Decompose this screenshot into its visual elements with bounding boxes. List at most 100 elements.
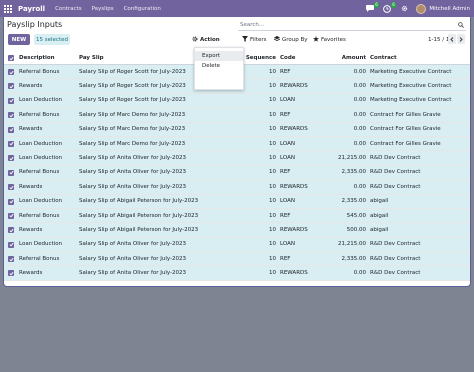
row-sequence[interactable]: 10 — [240, 65, 276, 78]
row-checkbox[interactable] — [8, 256, 14, 263]
row-contract[interactable]: Marketing Executive Contract — [370, 65, 451, 78]
row-amount[interactable]: 0.00 — [308, 137, 366, 150]
row-checkbox[interactable] — [8, 198, 14, 205]
row-checkbox[interactable] — [8, 69, 14, 75]
row-checkbox[interactable] — [8, 212, 14, 219]
row-code[interactable]: LOAN — [280, 238, 295, 251]
row-checkbox[interactable] — [8, 184, 14, 191]
favorites-button[interactable]: Favorites — [313, 34, 346, 45]
row-code[interactable]: REWARDS — [280, 223, 308, 236]
row-description[interactable]: Rewards — [19, 123, 42, 136]
row-payslip[interactable]: Salary Slip of Anita Oliver for July-202… — [79, 166, 186, 179]
row-amount[interactable]: 0.00 — [308, 123, 366, 136]
table-row[interactable]: Rewards Salary Slip of Marc Demo for July… — [4, 122, 470, 137]
row-contract[interactable]: abigail — [370, 209, 388, 222]
search-icon[interactable] — [456, 22, 466, 28]
apps-grid-icon[interactable] — [0, 0, 16, 17]
row-code[interactable]: REF — [280, 166, 290, 179]
row-contract[interactable]: R&D Dev Contract — [370, 166, 420, 179]
row-code[interactable]: LOAN — [280, 94, 295, 107]
column-header-sequence[interactable]: Sequence — [240, 51, 276, 64]
row-sequence[interactable]: 10 — [240, 180, 276, 193]
row-contract[interactable]: R&D Dev Contract — [370, 238, 420, 251]
row-description[interactable]: Rewards — [19, 180, 42, 193]
row-sequence[interactable]: 10 — [240, 166, 276, 179]
row-code[interactable]: LOAN — [280, 195, 295, 208]
row-contract[interactable]: R&D Dev Contract — [370, 180, 420, 193]
row-description[interactable]: Loan Deduction — [19, 94, 62, 107]
row-description[interactable]: Referral Bonus — [19, 65, 59, 78]
row-payslip[interactable]: Salary Slip of Marc Demo for July-2023 — [79, 108, 185, 121]
column-header-contract[interactable]: Contract — [370, 51, 397, 64]
table-row[interactable]: Rewards Salary Slip of Anita Oliver for J… — [4, 266, 470, 281]
pager-next-icon[interactable] — [457, 34, 465, 44]
row-description[interactable]: Loan Deduction — [19, 195, 62, 208]
row-sequence[interactable]: 10 — [240, 123, 276, 136]
row-sequence[interactable]: 10 — [240, 266, 276, 279]
search-input[interactable]: Search... — [238, 22, 456, 28]
row-checkbox[interactable] — [8, 112, 14, 119]
row-description[interactable]: Rewards — [19, 223, 42, 236]
row-description[interactable]: Loan Deduction — [19, 151, 62, 164]
row-amount[interactable]: 21,215.00 — [308, 238, 366, 251]
row-amount[interactable]: 0.00 — [308, 79, 366, 92]
row-amount[interactable]: 0.00 — [308, 266, 366, 279]
table-row[interactable]: Rewards Salary Slip of Abigail Peterson f… — [4, 223, 470, 238]
row-checkbox[interactable] — [8, 83, 14, 90]
row-checkbox[interactable] — [8, 155, 14, 162]
table-row[interactable]: Loan Deduction Salary Slip of Marc Demo f… — [4, 136, 470, 152]
row-payslip[interactable]: Salary Slip of Anita Oliver for July-202… — [79, 252, 186, 265]
row-code[interactable]: REWARDS — [280, 180, 308, 193]
column-header-description[interactable]: Description — [19, 51, 55, 64]
row-payslip[interactable]: Salary Slip of Abigail Peterson for July… — [79, 223, 198, 236]
row-sequence[interactable]: 10 — [240, 108, 276, 121]
row-description[interactable]: Loan Deduction — [19, 238, 62, 251]
row-payslip[interactable]: Salary Slip of Anita Oliver for July-202… — [79, 238, 186, 251]
row-description[interactable]: Referral Bonus — [19, 166, 59, 179]
row-amount[interactable]: 21,215.00 — [308, 151, 366, 164]
row-code[interactable]: REWARDS — [280, 79, 308, 92]
row-contract[interactable]: Contract For Gilles Gravie — [370, 137, 441, 150]
row-checkbox[interactable] — [8, 169, 14, 176]
row-contract[interactable]: R&D Dev Contract — [370, 151, 420, 164]
row-checkbox[interactable] — [8, 241, 14, 248]
group-by-button[interactable]: Group By — [273, 34, 308, 45]
chat-icon[interactable]: 6 — [364, 1, 380, 15]
row-payslip[interactable]: Salary Slip of Abigail Peterson for July… — [79, 209, 198, 222]
row-amount[interactable]: 500.00 — [308, 223, 366, 236]
menu-item-delete[interactable]: Delete — [195, 61, 243, 71]
row-contract[interactable]: Contract For Gilles Gravie — [370, 108, 441, 121]
row-description[interactable]: Referral Bonus — [19, 108, 59, 121]
row-checkbox[interactable] — [8, 97, 14, 104]
row-payslip[interactable]: Salary Slip of Anita Oliver for July-202… — [79, 266, 186, 279]
row-description[interactable]: Referral Bonus — [19, 209, 59, 222]
pager-previous-icon[interactable] — [448, 34, 456, 44]
row-checkbox[interactable] — [8, 140, 14, 147]
new-button[interactable]: NEW — [8, 34, 30, 45]
row-payslip[interactable]: Salary Slip of Marc Demo for July-2023 — [79, 123, 185, 136]
filters-button[interactable]: Filters — [242, 34, 267, 45]
table-row[interactable]: Referral Bonus Salary Slip of Abigail Pet… — [4, 208, 470, 224]
row-contract[interactable]: R&D Dev Contract — [370, 266, 420, 279]
column-header-amount[interactable]: Amount — [308, 51, 366, 64]
row-description[interactable]: Rewards — [19, 266, 42, 279]
menu-contracts[interactable]: Contracts — [55, 6, 82, 12]
row-payslip[interactable]: Salary Slip of Abigail Peterson for July… — [79, 195, 198, 208]
row-amount[interactable]: 2,335.00 — [308, 252, 367, 265]
table-row[interactable]: Loan Deduction Salary Slip of Anita Olive… — [4, 151, 470, 166]
table-row[interactable]: Loan Deduction Salary Slip of Roger Scott… — [4, 93, 470, 109]
row-amount[interactable]: 0.00 — [308, 180, 366, 193]
user-avatar[interactable] — [416, 3, 427, 14]
row-payslip[interactable]: Salary Slip of Anita Oliver for July-202… — [79, 151, 186, 164]
row-contract[interactable]: Marketing Executive Contract — [370, 94, 451, 107]
row-payslip[interactable]: Salary Slip of Marc Demo for July-2023 — [79, 137, 185, 150]
row-code[interactable]: REF — [280, 252, 290, 265]
row-sequence[interactable]: 10 — [240, 209, 276, 222]
action-button[interactable]: Action — [192, 34, 220, 45]
row-description[interactable]: Referral Bonus — [19, 252, 59, 265]
user-name[interactable]: Mitchell Admin — [429, 6, 470, 12]
search-bar[interactable]: Search... — [238, 20, 466, 31]
row-code[interactable]: REWARDS — [280, 266, 308, 279]
row-amount[interactable]: 2,335.00 — [308, 166, 367, 179]
row-contract[interactable]: Contract For Gilles Gravie — [370, 123, 441, 136]
